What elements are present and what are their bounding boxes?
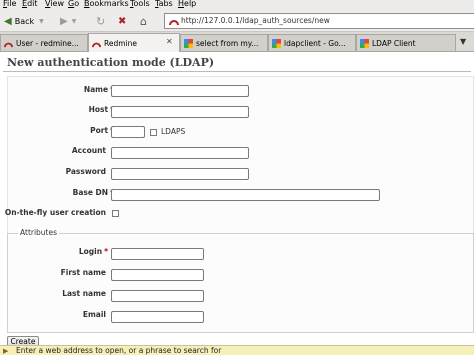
redmine-icon xyxy=(92,42,101,47)
lastname-attribute-input[interactable] xyxy=(111,290,204,302)
attributes-fieldset: Attributes Login * First name Last name E… xyxy=(7,228,474,333)
close-tab-icon[interactable]: ✕ xyxy=(166,37,175,46)
base-dn-label: Base DN* xyxy=(72,188,114,197)
name-input[interactable] xyxy=(111,85,249,97)
tab-bar: User - redmine... Redmine ✕ select from … xyxy=(0,32,474,52)
host-input[interactable] xyxy=(111,106,249,118)
menu-bookmarks[interactable]: Bookmarks xyxy=(84,0,129,8)
email-attribute-input[interactable] xyxy=(111,311,204,323)
firstname-label: First name xyxy=(60,268,106,277)
stop-icon[interactable]: ✖ xyxy=(118,13,126,29)
back-button[interactable]: ◀ Back ▼ xyxy=(4,13,44,29)
navigation-toolbar: ◀ Back ▼ ▶ ▼ ↻ ✖ ⌂ http://127.0.0.1/ldap… xyxy=(0,10,474,32)
google-icon xyxy=(360,38,369,48)
google-icon xyxy=(184,38,193,48)
redmine-site-icon xyxy=(169,20,179,26)
back-history-chevron-icon[interactable]: ▼ xyxy=(39,18,44,25)
firstname-attribute-input[interactable] xyxy=(111,269,204,281)
tab-list-icon[interactable]: ▼ xyxy=(460,37,466,46)
password-input[interactable] xyxy=(111,168,249,180)
tab-label: Redmine xyxy=(104,38,138,48)
url-text: http://127.0.0.1/ldap_auth_sources/new xyxy=(181,16,330,25)
menu-file[interactable]: File xyxy=(3,0,16,8)
tab-label: select from my... xyxy=(196,38,259,48)
forward-history-chevron-icon: ▼ xyxy=(71,17,77,25)
tab-user-redmine[interactable]: User - redmine... xyxy=(0,34,88,51)
menu-bar: File Edit View Go Bookmarks Tools Tabs H… xyxy=(0,0,474,10)
onthefly-label: On-the-fly user creation xyxy=(4,208,106,217)
base-dn-input[interactable] xyxy=(111,189,380,201)
port-input[interactable] xyxy=(111,126,145,138)
status-text: Enter a web address to open, or a phrase… xyxy=(16,346,222,355)
tab-select-from-my[interactable]: select from my... xyxy=(180,34,268,51)
forward-button[interactable]: ▶ ▼ xyxy=(60,13,76,29)
email-label: Email xyxy=(82,310,106,319)
name-label: Name* xyxy=(83,85,114,94)
redmine-icon xyxy=(4,42,13,47)
ldaps-label: LDAPS xyxy=(161,127,186,136)
menu-edit[interactable]: Edit xyxy=(22,0,38,8)
login-attribute-input[interactable] xyxy=(111,248,204,260)
tab-label: ldapclient - Go... xyxy=(284,38,346,48)
login-label: Login * xyxy=(78,247,108,256)
tab-label: LDAP Client xyxy=(372,38,416,48)
account-input[interactable] xyxy=(111,147,249,159)
attributes-legend: Attributes xyxy=(18,228,60,237)
page-title: New authentication mode (LDAP) xyxy=(7,56,215,69)
title-divider xyxy=(3,71,471,72)
home-icon[interactable]: ⌂ xyxy=(140,13,147,29)
ldaps-checkbox[interactable] xyxy=(150,129,157,136)
lastname-label: Last name xyxy=(62,289,106,298)
url-bar[interactable]: http://127.0.0.1/ldap_auth_sources/new xyxy=(164,13,474,29)
password-label: Password xyxy=(65,167,106,176)
google-icon xyxy=(272,38,281,48)
page-content: New authentication mode (LDAP) Name* Hos… xyxy=(0,53,474,345)
reload-icon[interactable]: ↻ xyxy=(96,13,105,29)
back-button-label: Back xyxy=(14,16,35,26)
forward-arrow-icon: ▶ xyxy=(60,15,68,27)
status-bar: ▶ Enter a web address to open, or a phra… xyxy=(0,345,474,355)
menu-help[interactable]: Help xyxy=(178,0,196,8)
tab-ldap-client[interactable]: LDAP Client xyxy=(356,34,456,51)
menu-go[interactable]: Go xyxy=(68,0,79,8)
menu-tools[interactable]: Tools xyxy=(130,0,150,8)
tab-ldapclient[interactable]: ldapclient - Go... xyxy=(268,34,356,51)
onthefly-checkbox[interactable] xyxy=(112,210,119,217)
tab-label: User - redmine... xyxy=(16,38,79,48)
back-arrow-icon: ◀ xyxy=(4,15,12,27)
account-label: Account xyxy=(71,146,106,155)
menu-tabs[interactable]: Tabs xyxy=(155,0,173,8)
tab-redmine[interactable]: Redmine ✕ xyxy=(88,33,180,52)
status-info-icon: ▶ xyxy=(3,347,9,355)
menu-view[interactable]: View xyxy=(45,0,64,8)
